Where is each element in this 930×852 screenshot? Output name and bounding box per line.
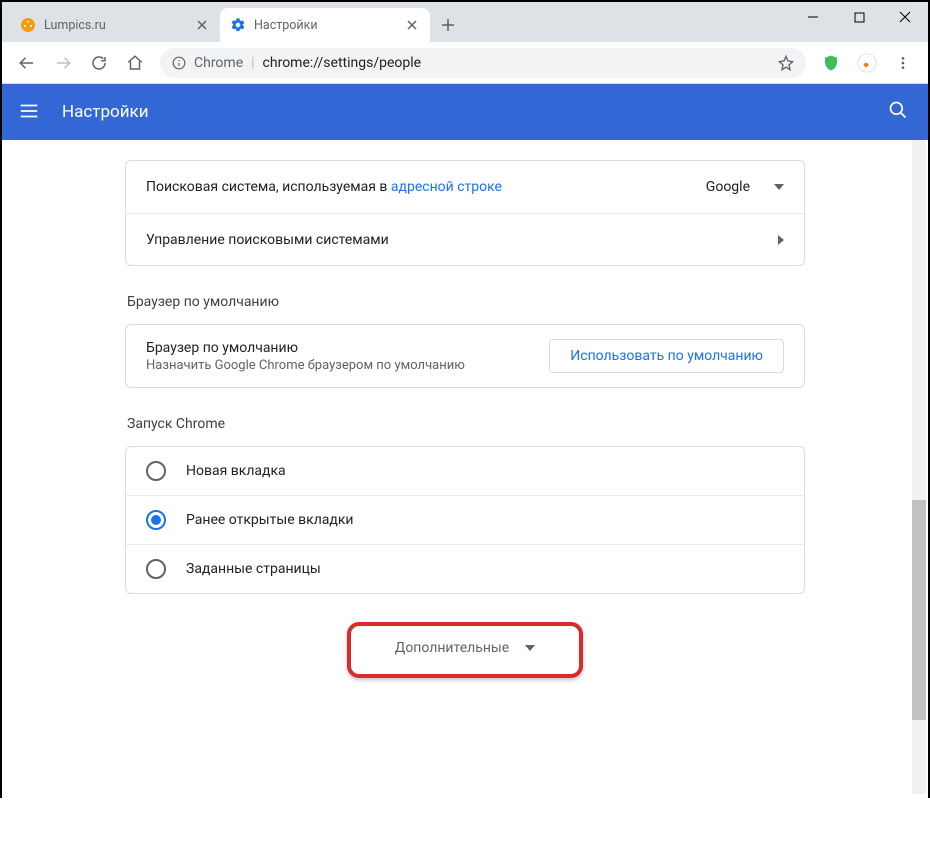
search-engine-select[interactable]: Google [706,179,784,195]
section-default-browser: Браузер по умолчанию [125,294,805,324]
chrome-menu-button[interactable] [886,46,920,80]
url-scheme-label: Chrome [194,55,243,71]
address-bar[interactable]: Chrome | chrome://settings/people [160,48,806,78]
hamburger-menu-icon[interactable] [18,100,42,124]
tab-label: Lumpics.ru [44,18,194,33]
radio-icon [146,510,166,530]
page-title: Настройки [62,102,149,122]
default-search-engine-row[interactable]: Поисковая система, используемая в адресн… [126,161,804,213]
reload-button[interactable] [82,46,116,80]
window-controls [790,2,928,32]
section-startup: Запуск Chrome [125,416,805,446]
startup-option-specific-pages[interactable]: Заданные страницы [126,544,804,593]
startup-card: Новая вкладка Ранее открытые вкладки Зад… [125,446,805,594]
bookmark-star-icon[interactable] [778,55,794,71]
close-window-button[interactable] [882,2,928,32]
advanced-toggle[interactable]: Дополнительные [373,630,557,666]
site-info-icon[interactable] [172,56,186,70]
close-tab-icon[interactable] [404,17,420,33]
default-browser-title: Браузер по умолчанию [146,340,549,356]
close-tab-icon[interactable] [194,17,210,33]
extension-shield-icon[interactable] [814,46,848,80]
dropdown-icon [774,184,784,190]
gear-icon [230,17,246,33]
dropdown-icon [525,645,535,651]
new-tab-button[interactable] [434,11,462,39]
address-bar-link[interactable]: адресной строке [391,179,502,195]
minimize-button[interactable] [790,2,836,32]
search-icon[interactable] [888,100,912,124]
startup-option-new-tab[interactable]: Новая вкладка [126,447,804,495]
back-button[interactable] [10,46,44,80]
home-button[interactable] [118,46,152,80]
default-browser-card: Браузер по умолчанию Назначить Google Ch… [125,324,805,388]
maximize-button[interactable] [836,2,882,32]
extension-circle-icon[interactable] [850,46,884,80]
set-default-button[interactable]: Использовать по умолчанию [549,339,784,373]
tab-label: Настройки [254,18,404,33]
scrollbar-thumb[interactable] [912,500,926,720]
tab-favicon [20,17,36,33]
radio-icon [146,461,166,481]
settings-header: Настройки [2,84,928,140]
search-engine-card: Поисковая система, используемая в адресн… [125,160,805,266]
manage-search-engines-row[interactable]: Управление поисковыми системами [126,213,804,265]
browser-tab-lumpics[interactable]: Lumpics.ru [10,8,220,42]
browser-toolbar: Chrome | chrome://settings/people [2,42,928,84]
window-titlebar: Lumpics.ru Настройки [2,2,928,42]
startup-option-continue[interactable]: Ранее открытые вкладки [126,495,804,544]
forward-button[interactable] [46,46,80,80]
browser-tab-settings[interactable]: Настройки [220,8,430,42]
url-text: chrome://settings/people [263,55,422,71]
default-browser-desc: Назначить Google Chrome браузером по умо… [146,358,549,373]
chevron-right-icon [778,235,784,245]
radio-icon [146,559,166,579]
